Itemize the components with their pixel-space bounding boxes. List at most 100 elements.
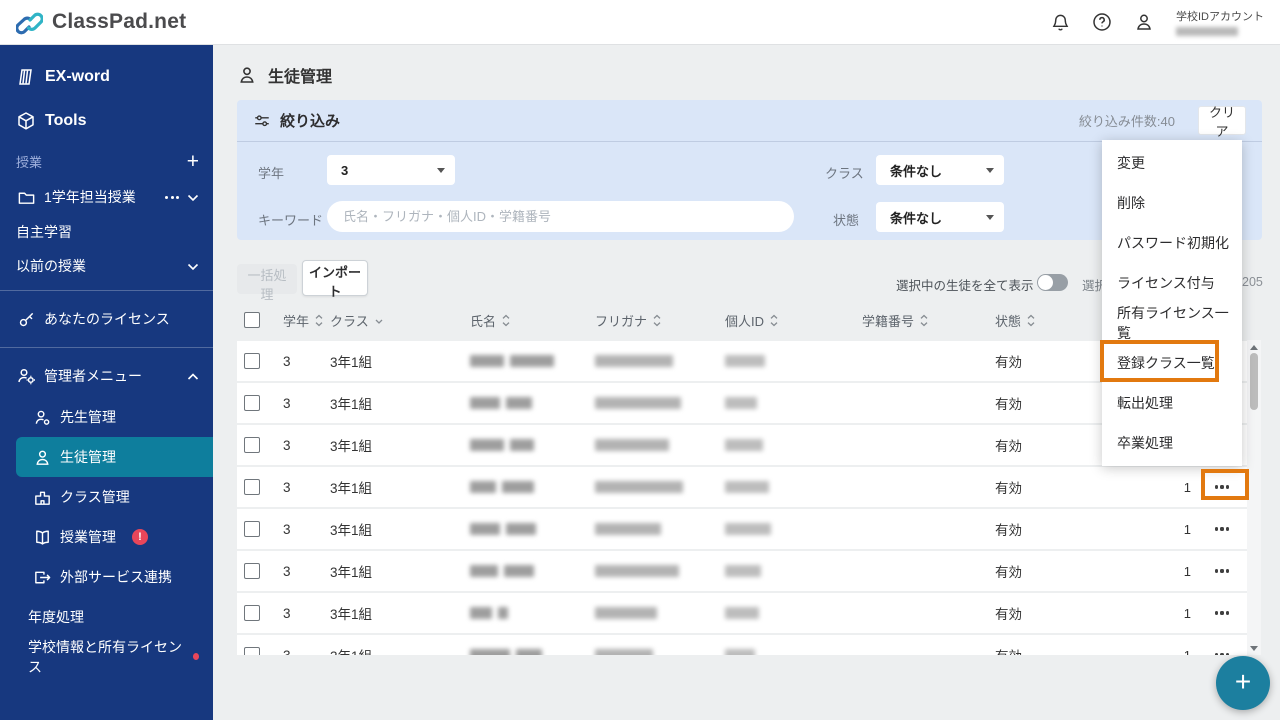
row-checkbox[interactable] <box>244 353 260 369</box>
sidebar-item-external-service[interactable]: 外部サービス連携 <box>0 557 213 597</box>
add-student-fab-button[interactable]: + <box>1216 656 1270 710</box>
chevron-up-icon[interactable] <box>187 368 199 384</box>
sort-icon <box>653 314 661 327</box>
scrollbar-thumb[interactable] <box>1250 353 1258 410</box>
account-info[interactable]: 学校IDアカウント <box>1176 8 1264 36</box>
grade-select-value: 3 <box>341 162 349 178</box>
add-lesson-plus-icon[interactable]: + <box>187 151 199 172</box>
personal-id-cell-redacted <box>725 355 862 367</box>
sidebar-item-ex-word[interactable]: EX-word <box>0 55 213 99</box>
sidebar-item-admin-menu[interactable]: 管理者メニュー <box>0 355 213 397</box>
sidebar-item-label: Tools <box>45 112 87 129</box>
column-header[interactable]: 個人ID <box>725 311 862 330</box>
scroll-down-arrow-icon[interactable] <box>1247 642 1261 654</box>
row-actions-kebab-icon[interactable] <box>1211 521 1234 536</box>
sidebar-item-previous-lessons[interactable]: 以前の授業 <box>0 249 213 283</box>
dictionary-icon <box>16 67 36 87</box>
sidebar-item-self-study[interactable]: 自主学習 <box>0 215 213 249</box>
alert-badge-icon: ! <box>132 529 148 545</box>
class-cell: 3年1組 <box>330 523 373 538</box>
kana-cell-redacted <box>595 481 725 493</box>
sidebar-item-label: 生徒管理 <box>60 449 116 465</box>
row-checkbox[interactable] <box>244 395 260 411</box>
main-content: 生徒管理 絞り込み 絞り込み件数:40 クリア 学年 3 キーワード クラス 条… <box>213 45 1280 720</box>
kana-cell-redacted <box>595 607 725 619</box>
row-checkbox[interactable] <box>244 437 260 453</box>
sidebar-item-teacher-management[interactable]: 先生管理 <box>0 397 213 437</box>
filter-title: 絞り込み <box>280 113 341 130</box>
batch-process-button: 一括処理 <box>237 264 297 302</box>
status-select[interactable]: 条件なし <box>876 202 1004 232</box>
sidebar-item-lesson-management[interactable]: 授業管理 ! <box>0 517 213 557</box>
app-logo[interactable]: ClassPad.net <box>0 9 186 36</box>
row-actions-kebab-icon[interactable] <box>1211 479 1234 494</box>
row-checkbox[interactable] <box>244 563 260 579</box>
chevron-down-icon[interactable] <box>187 258 199 274</box>
name-cell-redacted <box>470 523 595 535</box>
scroll-up-arrow-icon[interactable] <box>1247 341 1261 353</box>
row-checkbox[interactable] <box>244 521 260 537</box>
notification-dot-icon <box>192 653 199 660</box>
table-scrollbar[interactable] <box>1247 340 1261 655</box>
sidebar-item-tools[interactable]: Tools <box>0 99 213 143</box>
grade-select[interactable]: 3 <box>327 155 455 185</box>
keyword-input[interactable] <box>327 201 794 232</box>
menu-item[interactable]: パスワード初期化 <box>1102 223 1242 263</box>
column-header[interactable]: 氏名 <box>470 311 595 330</box>
column-header[interactable]: フリガナ <box>595 311 725 330</box>
kana-cell-redacted <box>595 439 725 451</box>
notification-bell-icon[interactable] <box>1051 13 1070 32</box>
table-row: 33年1組有効1 <box>237 425 1247 465</box>
menu-item[interactable]: 変更 <box>1102 143 1242 183</box>
personal-id-cell-redacted <box>725 565 862 577</box>
table-header-row: 学年 クラス 氏名 フリガナ 個人ID 学籍番号 状態 <box>237 305 1247 335</box>
sidebar-item-year-process[interactable]: 年度処理 <box>0 597 213 637</box>
name-cell-redacted <box>470 565 595 577</box>
show-selected-toggle-label: 選択中の生徒を全て表示 <box>896 279 1034 293</box>
class-select[interactable]: 条件なし <box>876 155 1004 185</box>
clear-filter-button[interactable]: クリア <box>1198 105 1246 139</box>
row-actions-kebab-icon[interactable] <box>1211 563 1234 578</box>
import-button[interactable]: インポート <box>302 260 368 299</box>
menu-item[interactable]: 卒業処理 <box>1102 423 1242 463</box>
personal-id-cell-redacted <box>725 439 862 451</box>
menu-item[interactable]: 転出処理 <box>1102 383 1242 423</box>
sidebar-item-student-management[interactable]: 生徒管理 <box>16 437 213 477</box>
sidebar-item-school-info[interactable]: 学校情報と所有ライセンス <box>0 637 213 677</box>
row-checkbox[interactable] <box>244 479 260 495</box>
class-label: クラス <box>825 166 864 181</box>
row-actions-kebab-icon[interactable] <box>1211 647 1234 655</box>
menu-item[interactable]: 登録クラス一覧 <box>1102 343 1242 383</box>
sidebar-item-label: 学校情報と所有ライセンス <box>28 639 182 675</box>
user-account-icon[interactable] <box>1134 12 1154 32</box>
chevron-down-icon[interactable] <box>187 189 199 205</box>
menu-item[interactable]: 所有ライセンス一覧 <box>1102 303 1242 343</box>
personal-id-cell-redacted <box>725 607 862 619</box>
show-selected-toggle[interactable] <box>1037 274 1068 291</box>
menu-item[interactable]: ライセンス付与 <box>1102 263 1242 303</box>
personal-id-cell-redacted <box>725 481 862 493</box>
column-header[interactable]: クラス <box>330 311 470 330</box>
open-book-icon <box>32 528 52 547</box>
row-checkbox[interactable] <box>244 647 260 655</box>
sidebar-section-lessons: 授業 + <box>0 143 213 179</box>
select-all-checkbox[interactable] <box>244 312 260 328</box>
kana-cell-redacted <box>595 565 725 577</box>
sort-icon <box>770 314 778 327</box>
sidebar-item-grade1-lessons[interactable]: 1学年担当授業 <box>0 179 213 215</box>
cube-icon <box>16 111 36 131</box>
sidebar-item-label: 外部サービス連携 <box>60 569 172 585</box>
external-link-icon <box>32 568 52 587</box>
status-cell: 有効 <box>995 607 1022 622</box>
sidebar-item-class-management[interactable]: クラス管理 <box>0 477 213 517</box>
sidebar-item-your-license[interactable]: あなたのライセンス <box>0 298 213 340</box>
row-actions-kebab-icon[interactable] <box>1211 605 1234 620</box>
menu-item[interactable]: 削除 <box>1102 183 1242 223</box>
row-checkbox[interactable] <box>244 605 260 621</box>
class-cell: 3年1組 <box>330 565 373 580</box>
folder-options-kebab-icon[interactable] <box>165 195 179 199</box>
column-header[interactable]: 学年 <box>283 311 330 330</box>
page-title-text: 生徒管理 <box>268 69 333 86</box>
help-icon[interactable] <box>1092 12 1112 32</box>
column-header[interactable]: 学籍番号 <box>862 311 995 330</box>
